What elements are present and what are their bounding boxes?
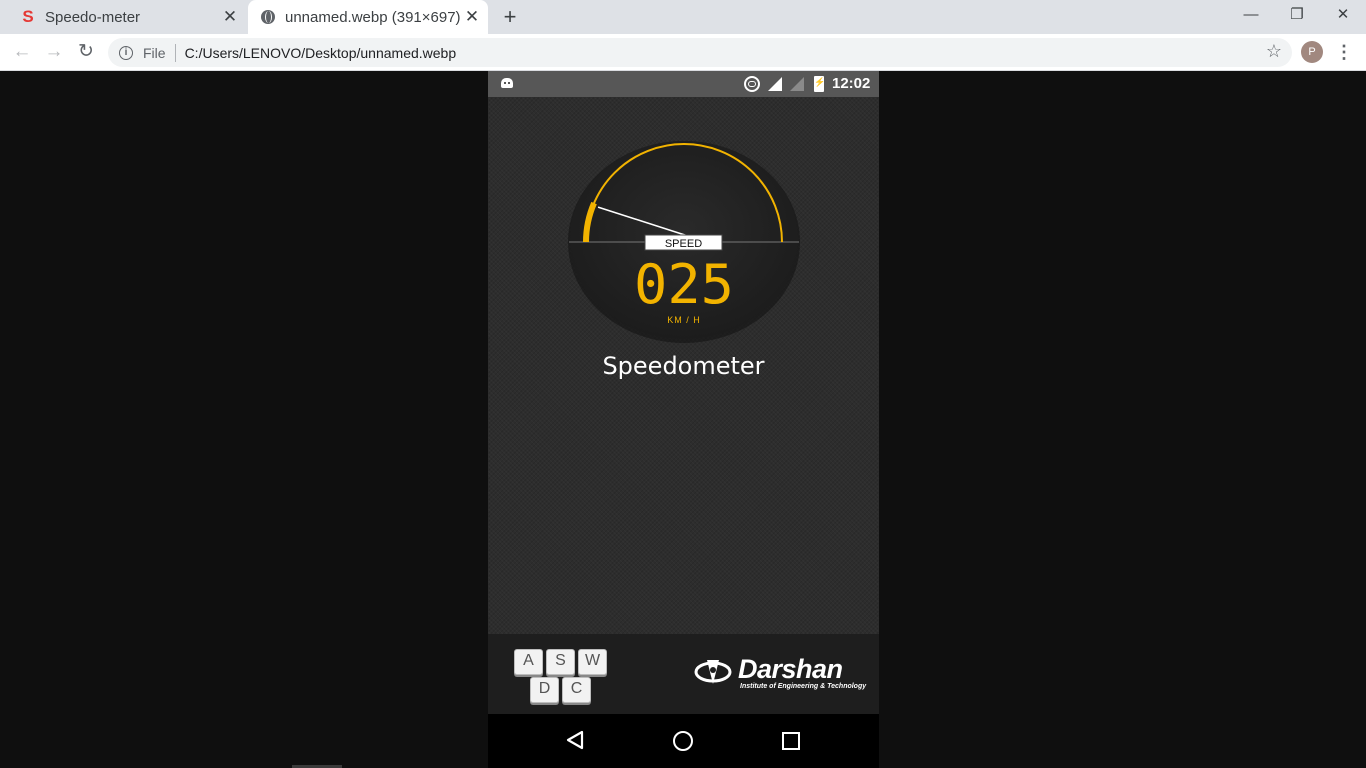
data-saver-icon bbox=[744, 76, 760, 92]
speed-value: 025 bbox=[634, 253, 734, 316]
android-icon bbox=[501, 78, 513, 88]
speed-label: SPEED bbox=[665, 238, 702, 250]
darshan-logo: Darshan Institute of Engineering & Techn… bbox=[693, 654, 866, 694]
status-bar: 12:02 bbox=[488, 71, 879, 97]
tab-unnamed-webp[interactable]: unnamed.webp (391×697) ✕ bbox=[248, 0, 488, 34]
info-icon[interactable]: i bbox=[119, 45, 133, 60]
tab-speedo-meter[interactable]: S Speedo-meter ✕ bbox=[8, 0, 246, 34]
tab-title: Speedo-meter bbox=[45, 8, 141, 26]
address-bar[interactable]: i File C:/Users/LENOVO/Desktop/unnamed.w… bbox=[108, 38, 1292, 67]
url-text[interactable]: C:/Users/LENOVO/Desktop/unnamed.webp bbox=[185, 45, 457, 61]
cell-signal-icon bbox=[790, 77, 804, 91]
home-circle-icon[interactable] bbox=[673, 731, 693, 751]
browser-toolbar: ← → ↻ i File C:/Users/LENOVO/Desktop/unn… bbox=[0, 34, 1366, 71]
footer-banner: A S W D C Darshan Institute of Engineeri… bbox=[488, 634, 879, 714]
status-time: 12:02 bbox=[832, 75, 871, 92]
speed-unit: KM / H bbox=[667, 315, 701, 325]
bookmark-star-icon[interactable]: ☆ bbox=[1266, 41, 1282, 62]
recents-square-icon[interactable] bbox=[782, 732, 800, 750]
back-button[interactable]: ← bbox=[7, 37, 37, 67]
address-divider bbox=[174, 43, 176, 62]
android-nav-bar bbox=[488, 714, 879, 768]
brand-tagline: Institute of Engineering & Technology bbox=[740, 683, 867, 690]
logo-key-w: W bbox=[578, 649, 607, 675]
profile-avatar[interactable]: P bbox=[1301, 41, 1323, 63]
browser-menu-icon[interactable]: ⋮ bbox=[1334, 37, 1354, 67]
logo-key-c: C bbox=[562, 677, 591, 703]
phone-screenshot: 12:02 SPEED 025 KM / H Speedometer A S W… bbox=[488, 71, 879, 768]
s-logo-icon: S bbox=[22, 7, 34, 26]
logo-key-a: A bbox=[514, 649, 543, 675]
restore-button[interactable]: ❐ bbox=[1274, 0, 1320, 32]
reload-button[interactable]: ↻ bbox=[71, 37, 101, 67]
app-title: Speedometer bbox=[602, 352, 765, 380]
close-tab-icon[interactable]: ✕ bbox=[220, 7, 240, 27]
logo-key-s: S bbox=[546, 649, 575, 675]
wifi-signal-icon bbox=[768, 77, 782, 91]
brand-name: Darshan bbox=[738, 654, 843, 684]
darshan-emblem-icon bbox=[694, 660, 732, 684]
logo-key-d: D bbox=[530, 677, 559, 703]
minimize-button[interactable]: — bbox=[1228, 0, 1274, 32]
tab-strip: S Speedo-meter ✕ unnamed.webp (391×697) … bbox=[0, 0, 1366, 34]
battery-icon bbox=[814, 76, 825, 92]
asw-dc-logo: A S W D C bbox=[512, 647, 610, 705]
forward-button[interactable]: → bbox=[39, 37, 69, 67]
speedometer-gauge: SPEED 025 KM / H bbox=[568, 141, 800, 343]
close-window-button[interactable]: ✕ bbox=[1320, 0, 1366, 32]
scheme-label: File bbox=[143, 44, 166, 61]
tab-title: unnamed.webp (391×697) bbox=[285, 8, 461, 26]
new-tab-button[interactable]: + bbox=[498, 4, 522, 30]
back-triangle-icon[interactable] bbox=[565, 729, 585, 751]
close-tab-icon[interactable]: ✕ bbox=[462, 7, 482, 27]
globe-icon bbox=[260, 9, 276, 25]
